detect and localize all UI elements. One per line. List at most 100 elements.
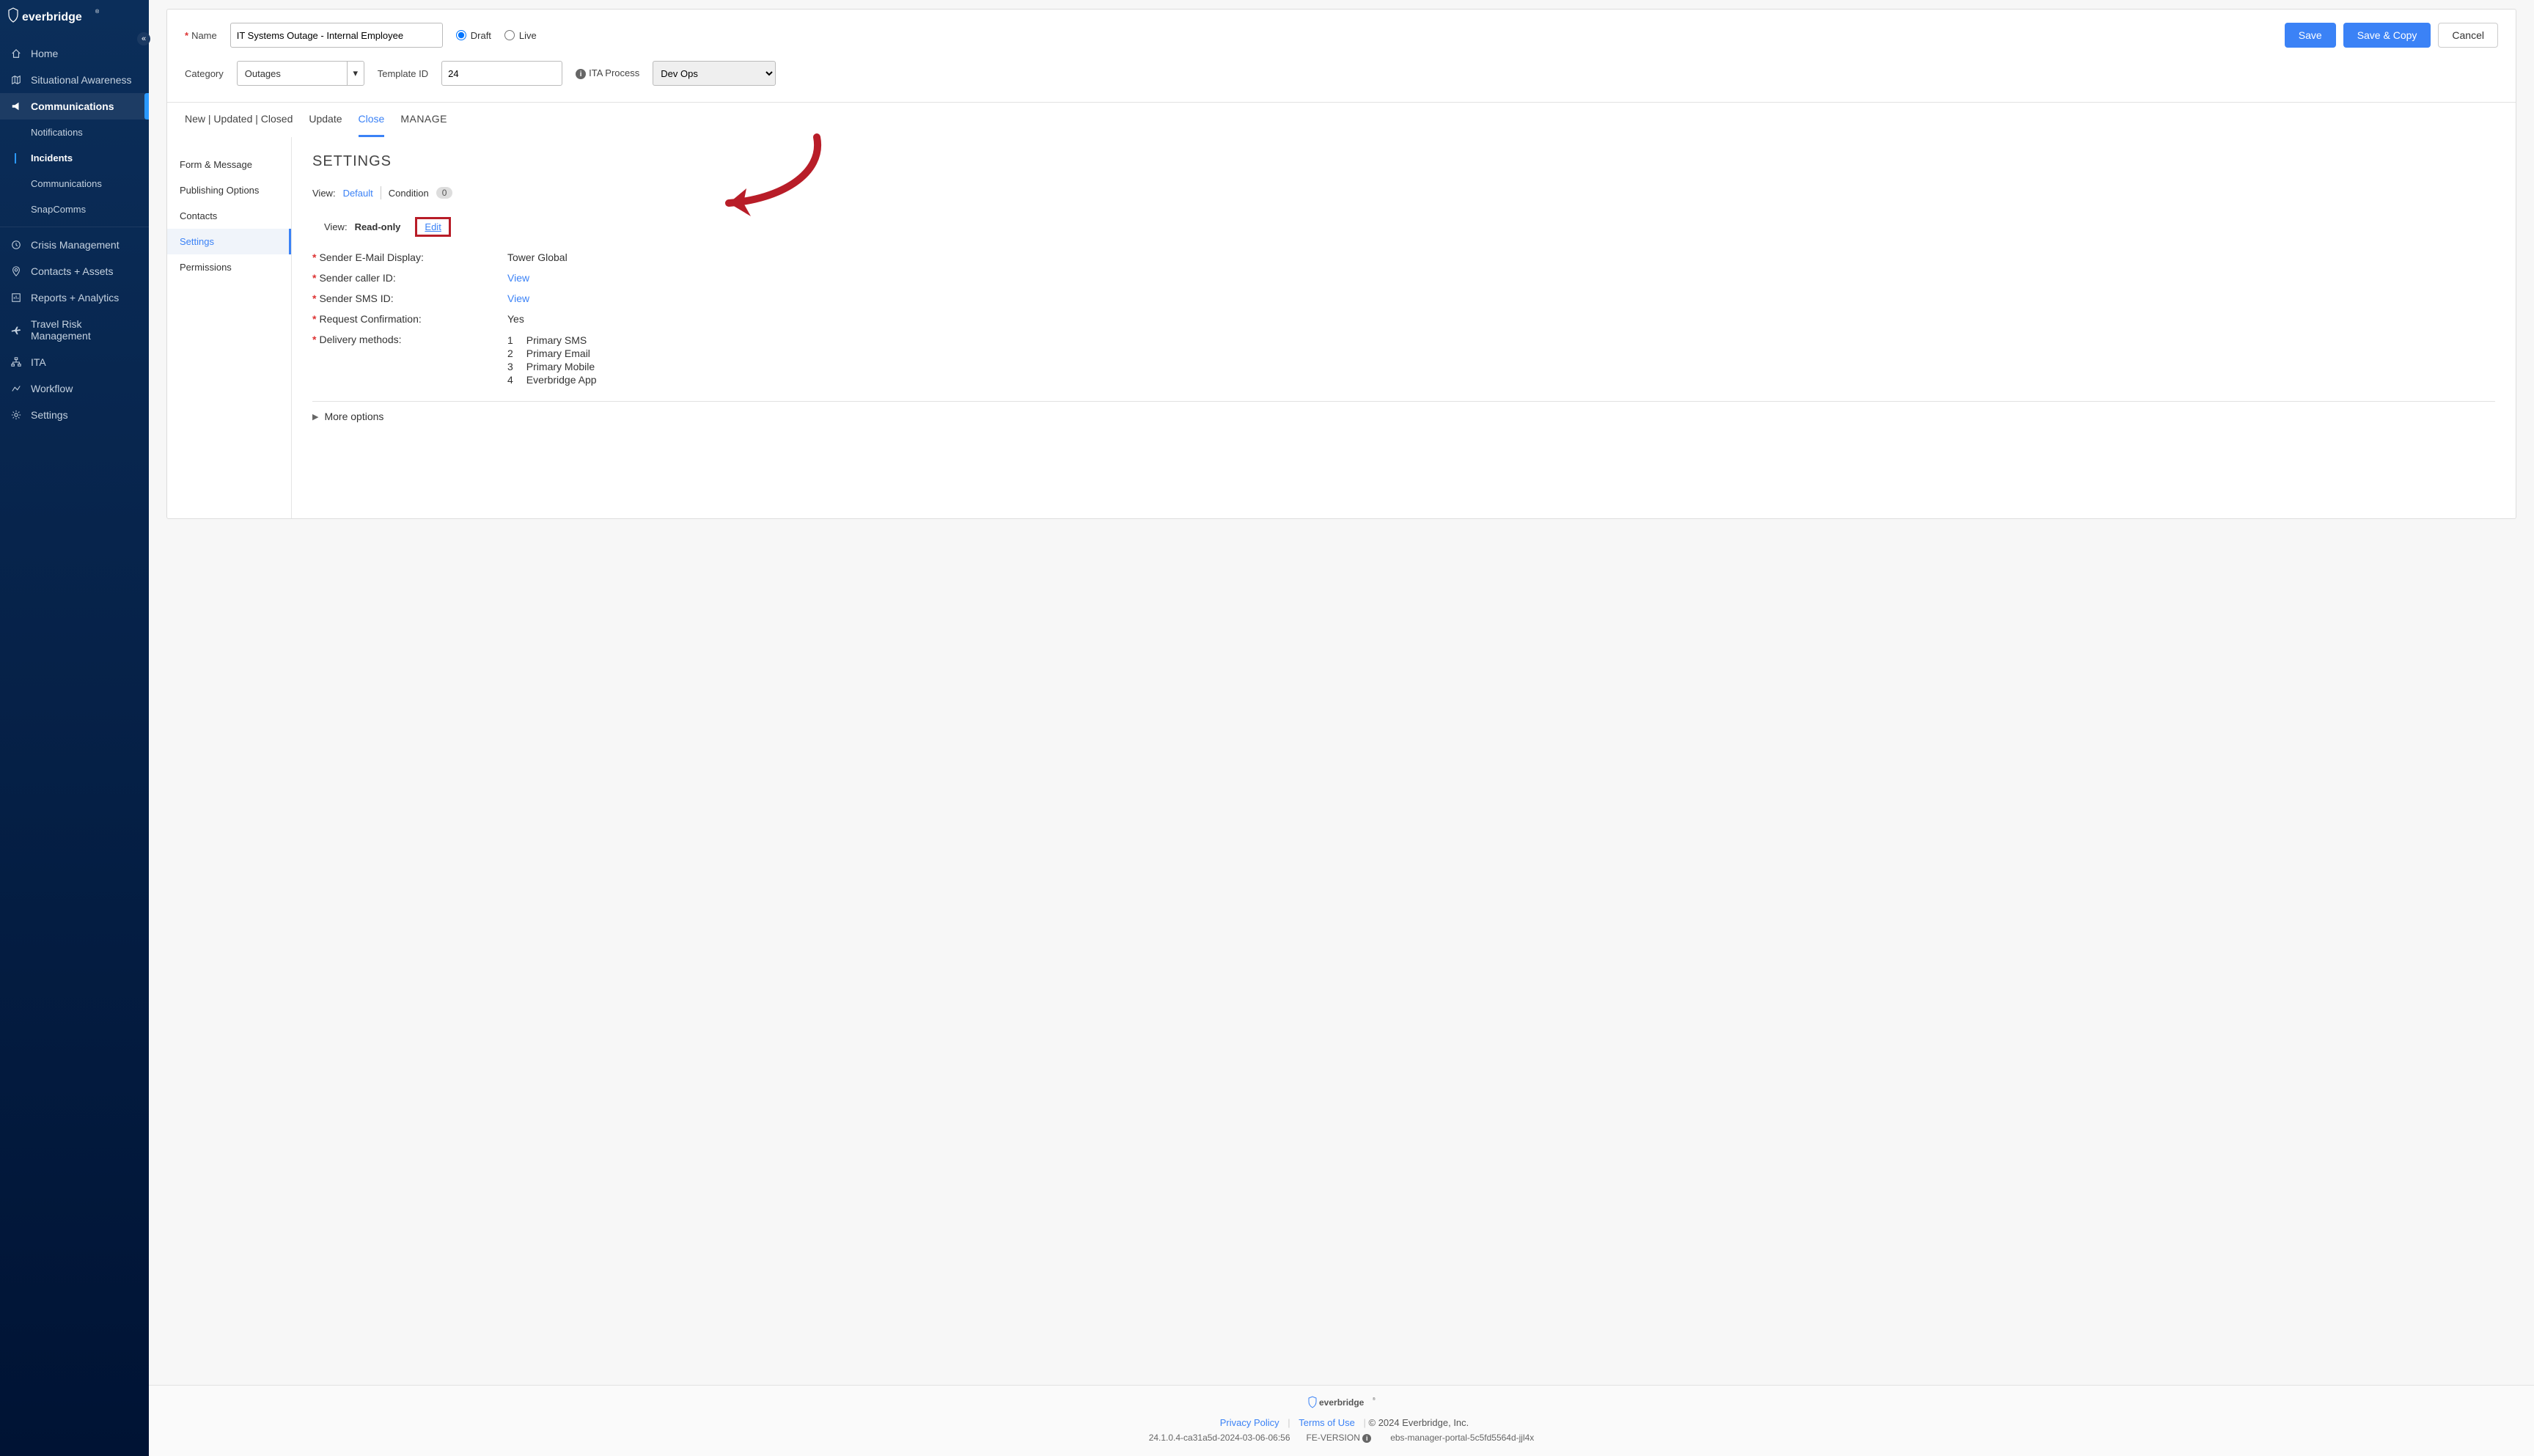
section-nav-permissions[interactable]: Permissions: [167, 254, 291, 280]
sidebar-item-label: Reports + Analytics: [31, 292, 119, 304]
sender-email-display-label: Sender E-Mail Display:: [319, 251, 423, 263]
sidebar: everbridge® « Home Situational Awareness…: [0, 0, 149, 1456]
section-nav-settings[interactable]: Settings: [167, 229, 291, 254]
ita-process-select[interactable]: Dev Ops: [653, 61, 776, 86]
more-options-toggle[interactable]: ▶ More options: [312, 401, 2495, 422]
sidebar-item-incidents[interactable]: Incidents: [0, 145, 149, 171]
delivery-method-item: 2Primary Email: [507, 347, 597, 360]
category-value: Outages: [237, 61, 347, 86]
fe-version-label: FE-VERSION: [1307, 1433, 1360, 1443]
delivery-method-item: 3Primary Mobile: [507, 360, 597, 373]
sender-caller-id-label: Sender caller ID:: [319, 272, 395, 284]
name-input[interactable]: [230, 23, 443, 48]
view-mode-label: View:: [324, 221, 348, 232]
build-version: 24.1.0.4-ca31a5d-2024-03-06-06:56: [1149, 1433, 1290, 1443]
sidebar-item-label: Communications: [31, 100, 114, 112]
sidebar-item-reports-analytics[interactable]: Reports + Analytics: [0, 284, 149, 311]
more-options-label: More options: [324, 411, 383, 422]
sidebar-item-label: Incidents: [31, 152, 73, 163]
cancel-button[interactable]: Cancel: [2438, 23, 2498, 48]
clock-icon: [10, 239, 22, 251]
sidebar-item-label: Workflow: [31, 383, 73, 394]
sender-sms-id-view-link[interactable]: View: [507, 293, 529, 304]
sidebar-item-label: Situational Awareness: [31, 74, 132, 86]
section-nav-contacts[interactable]: Contacts: [167, 203, 291, 229]
sender-email-display-value: Tower Global: [507, 251, 568, 263]
delivery-methods-list: 1Primary SMS 2Primary Email 3Primary Mob…: [507, 334, 597, 386]
tab-close[interactable]: Close: [359, 103, 385, 137]
sidebar-item-settings[interactable]: Settings: [0, 402, 149, 428]
live-label: Live: [519, 30, 537, 41]
map-icon: [10, 74, 22, 86]
svg-text:everbridge: everbridge: [1319, 1397, 1365, 1408]
tab-manage[interactable]: MANAGE: [400, 103, 447, 137]
footer-logo: everbridge ®: [149, 1396, 2534, 1411]
save-copy-button[interactable]: Save & Copy: [2343, 23, 2431, 48]
gear-icon: [10, 409, 22, 421]
save-button[interactable]: Save: [2285, 23, 2336, 48]
section-nav: Form & Message Publishing Options Contac…: [167, 137, 292, 518]
pod-id: ebs-manager-portal-5c5fd5564d-jjl4x: [1390, 1433, 1534, 1443]
svg-text:®: ®: [95, 9, 100, 15]
plane-icon: [10, 324, 22, 336]
sidebar-item-contacts-assets[interactable]: Contacts + Assets: [0, 258, 149, 284]
sidebar-item-ita[interactable]: ITA: [0, 349, 149, 375]
edit-link[interactable]: Edit: [425, 221, 441, 232]
view-default-link[interactable]: Default: [343, 188, 373, 199]
delivery-methods-label: Delivery methods:: [319, 334, 401, 345]
sidebar-item-situational-awareness[interactable]: Situational Awareness: [0, 67, 149, 93]
status-draft-radio[interactable]: Draft: [456, 30, 491, 41]
template-editor-card: *Name Draft Live Save Save & Copy Cancel…: [166, 9, 2516, 519]
pin-icon: [10, 265, 22, 277]
request-confirmation-label: Request Confirmation:: [319, 313, 421, 325]
name-label: *Name: [185, 30, 217, 41]
request-confirmation-value: Yes: [507, 313, 524, 325]
condition-count-badge: 0: [436, 187, 453, 199]
sidebar-item-label: Travel Risk Management: [31, 318, 139, 342]
category-label: Category: [185, 68, 224, 79]
condition-label: Condition: [389, 188, 429, 199]
bullhorn-icon: [10, 100, 22, 112]
terms-of-use-link[interactable]: Terms of Use: [1299, 1417, 1355, 1428]
delivery-method-item: 4Everbridge App: [507, 373, 597, 386]
phase-tabs: New | Updated | Closed Update Close MANA…: [167, 102, 2516, 137]
tab-update[interactable]: Update: [309, 103, 342, 137]
chevron-down-icon[interactable]: ▾: [347, 61, 364, 86]
sidebar-item-communications[interactable]: Communications: [0, 93, 149, 120]
view-mode-value: Read-only: [355, 221, 401, 232]
section-nav-form-message[interactable]: Form & Message: [167, 152, 291, 177]
tab-new-updated-closed[interactable]: New | Updated | Closed: [185, 103, 293, 137]
settings-pane: SETTINGS View: Default Condition 0 View:…: [292, 137, 2516, 518]
settings-heading: SETTINGS: [312, 153, 2495, 170]
sidebar-item-communications-sub[interactable]: Communications: [0, 171, 149, 196]
sender-sms-id-label: Sender SMS ID:: [319, 293, 393, 304]
chevron-right-icon: ▶: [312, 412, 318, 422]
sidebar-item-label: Settings: [31, 409, 68, 421]
info-icon: i: [576, 69, 586, 79]
category-select[interactable]: Outages ▾: [237, 61, 364, 86]
copyright-text: © 2024 Everbridge, Inc.: [1369, 1417, 1469, 1428]
sitemap-icon: [10, 356, 22, 368]
footer: everbridge® Privacy Policy | Terms of Us…: [149, 1385, 2534, 1456]
template-id-label: Template ID: [378, 68, 428, 79]
status-live-radio[interactable]: Live: [504, 30, 537, 41]
sidebar-item-notifications[interactable]: Notifications: [0, 120, 149, 145]
sidebar-item-workflow[interactable]: Workflow: [0, 375, 149, 402]
view-label: View:: [312, 188, 336, 199]
delivery-method-item: 1Primary SMS: [507, 334, 597, 347]
section-nav-publishing[interactable]: Publishing Options: [167, 177, 291, 203]
template-id-input[interactable]: [441, 61, 562, 86]
svg-text:®: ®: [1373, 1397, 1376, 1402]
sidebar-item-label: SnapComms: [31, 204, 86, 215]
sender-caller-id-view-link[interactable]: View: [507, 272, 529, 284]
edit-highlight-box: Edit: [415, 217, 450, 237]
svg-text:everbridge: everbridge: [22, 11, 82, 23]
sidebar-item-label: ITA: [31, 356, 46, 368]
info-icon[interactable]: i: [1362, 1434, 1371, 1443]
sidebar-item-crisis-management[interactable]: Crisis Management: [0, 232, 149, 258]
sidebar-item-home[interactable]: Home: [0, 40, 149, 67]
privacy-policy-link[interactable]: Privacy Policy: [1220, 1417, 1279, 1428]
sidebar-item-travel-risk[interactable]: Travel Risk Management: [0, 311, 149, 349]
sidebar-item-snapcomms[interactable]: SnapComms: [0, 196, 149, 222]
draft-label: Draft: [471, 30, 491, 41]
